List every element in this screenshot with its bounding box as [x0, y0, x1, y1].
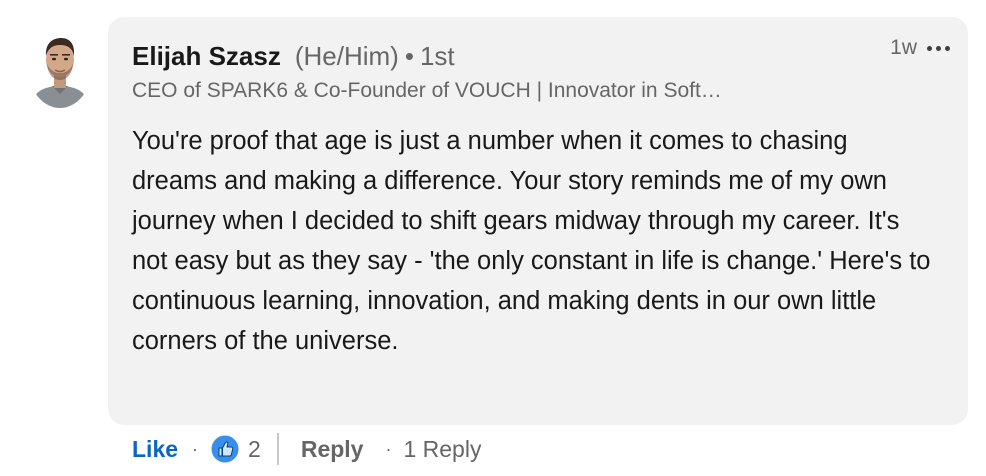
reply-button[interactable]: Reply — [301, 436, 364, 463]
avatar[interactable] — [28, 26, 92, 108]
separator-dot: · — [192, 438, 199, 459]
divider — [276, 433, 279, 465]
reaction-count[interactable]: 2 — [248, 436, 261, 463]
like-button[interactable]: Like — [132, 436, 178, 463]
profile-photo — [28, 26, 92, 108]
comment-item: Elijah Szasz (He/Him) • 1st CEO of SPARK6 &… — [0, 0, 986, 476]
author-line: Elijah Szasz (He/Him) • 1st — [132, 41, 455, 71]
separator-dot: · — [385, 438, 392, 459]
comment-meta: 1w — [890, 36, 952, 60]
timestamp: 1w — [890, 36, 917, 59]
comment-bubble: Elijah Szasz (He/Him) • 1st CEO of SPARK6 &… — [108, 17, 968, 425]
separator-dot: • — [404, 41, 414, 71]
author-headline: CEO of SPARK6 & Co-Founder of VOUCH | In… — [132, 79, 722, 102]
comment-actions: Like · 2 Reply · 1 Reply — [132, 430, 481, 468]
connection-degree: 1st — [419, 41, 455, 71]
replies-count-link[interactable]: 1 Reply — [403, 436, 481, 463]
author-pronouns: (He/Him) — [294, 41, 399, 71]
ellipsis-icon[interactable] — [925, 42, 952, 55]
author-name[interactable]: Elijah Szasz — [132, 41, 281, 71]
comment-text: You're proof that age is just a number w… — [132, 127, 931, 355]
thumbs-up-icon[interactable] — [210, 434, 240, 464]
